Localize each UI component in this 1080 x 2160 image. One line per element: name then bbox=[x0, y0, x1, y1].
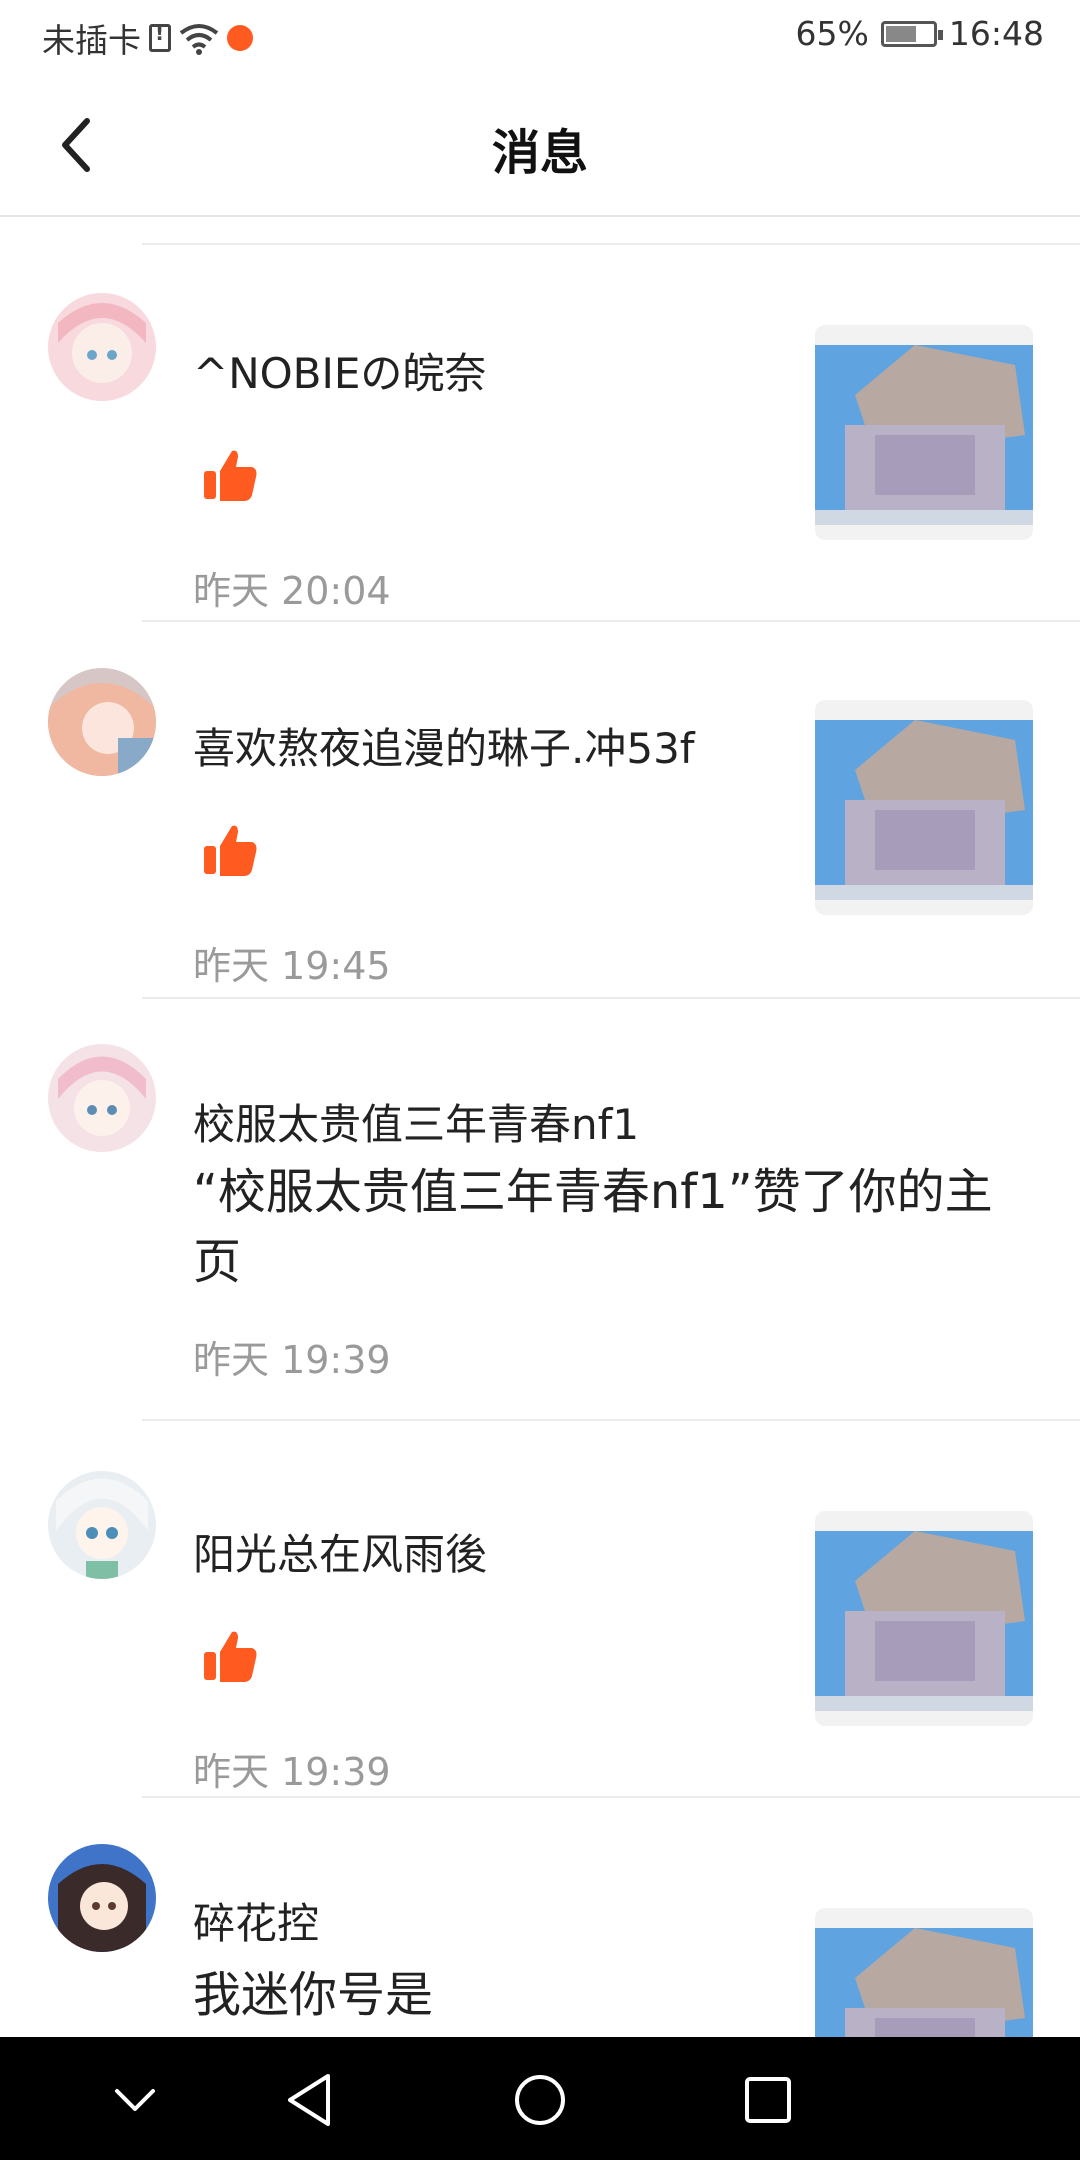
post-thumbnail[interactable] bbox=[815, 325, 1033, 540]
username[interactable]: 阳光总在风雨後 bbox=[193, 1521, 487, 1582]
post-thumbnail[interactable] bbox=[815, 1908, 1033, 2038]
avatar-image bbox=[48, 1844, 156, 1952]
chevron-down-icon bbox=[115, 2089, 155, 2111]
avatar[interactable] bbox=[48, 668, 156, 776]
triangle-back-icon bbox=[288, 2074, 330, 2126]
thumbs-up-icon bbox=[204, 1631, 257, 1682]
status-right: 65% 16:48 bbox=[796, 14, 1044, 53]
avatar[interactable] bbox=[48, 293, 156, 401]
thumbnail-image bbox=[815, 720, 1033, 900]
avatar-image bbox=[48, 293, 156, 401]
avatar[interactable] bbox=[48, 1471, 156, 1579]
timestamp: 昨天 20:04 bbox=[193, 569, 391, 613]
post-thumbnail[interactable] bbox=[815, 1511, 1033, 1726]
timestamp: 昨天 19:45 bbox=[193, 944, 391, 988]
circle-home-icon bbox=[515, 2075, 565, 2125]
message-text: “校服太贵值三年青春nf1”赞了你的主页 bbox=[193, 1164, 993, 1290]
nav-back-button[interactable] bbox=[274, 2065, 344, 2135]
collapse-button[interactable] bbox=[100, 2065, 170, 2135]
post-thumbnail[interactable] bbox=[815, 700, 1033, 915]
thumbs-up-icon bbox=[204, 450, 257, 501]
app-notification-icon bbox=[227, 25, 253, 51]
avatar[interactable] bbox=[48, 1844, 156, 1952]
list-item[interactable]: 校服太贵值三年青春nf1 “校服太贵值三年青春nf1”赞了你的主页 昨天 19:… bbox=[0, 999, 1080, 1419]
carrier-text: 未插卡 bbox=[42, 21, 141, 60]
nav-recents-button[interactable] bbox=[733, 2065, 803, 2135]
list-item[interactable]: 喜欢熬夜追漫的琳子.冲53f 昨天 19:45 bbox=[0, 622, 1080, 997]
username[interactable]: 校服太贵值三年青春nf1 bbox=[193, 1091, 639, 1152]
status-left: 未插卡 bbox=[42, 14, 253, 62]
battery-icon bbox=[880, 20, 943, 47]
list-item[interactable]: 阳光总在风雨後 昨天 19:39 bbox=[0, 1421, 1080, 1796]
system-navigation-bar bbox=[0, 2037, 1080, 2160]
title-bar: 消息 bbox=[0, 75, 1080, 217]
username[interactable]: 碎花控 bbox=[193, 1890, 319, 1951]
username[interactable]: 喜欢熬夜追漫的琳子.冲53f bbox=[193, 715, 695, 776]
list-item[interactable]: 碎花控 我迷你号是 bbox=[0, 1798, 1080, 2038]
avatar[interactable] bbox=[48, 1044, 156, 1152]
page-title: 消息 bbox=[491, 125, 588, 181]
battery-percent: 65% bbox=[795, 14, 869, 53]
status-bar: 未插卡 65% 16:48 bbox=[0, 0, 1080, 75]
avatar-image bbox=[48, 1044, 156, 1152]
avatar-image bbox=[48, 668, 156, 776]
thumbnail-image bbox=[815, 1531, 1033, 1711]
sim-alert-icon bbox=[149, 21, 171, 52]
timestamp: 昨天 19:39 bbox=[193, 1750, 391, 1794]
wifi-icon bbox=[179, 24, 219, 55]
clock: 16:48 bbox=[948, 14, 1044, 53]
nav-home-button[interactable] bbox=[505, 2065, 575, 2135]
avatar-image bbox=[48, 1471, 156, 1579]
list-item[interactable]: ^NOBIEの皖奈 昨天 20:04 bbox=[0, 245, 1080, 620]
square-recents-icon bbox=[745, 2077, 791, 2123]
thumbs-up-icon bbox=[204, 825, 257, 876]
username[interactable]: ^NOBIEの皖奈 bbox=[193, 340, 486, 401]
timestamp: 昨天 19:39 bbox=[193, 1338, 391, 1382]
thumbnail-image bbox=[815, 345, 1033, 525]
thumbnail-image bbox=[815, 1928, 1033, 2038]
